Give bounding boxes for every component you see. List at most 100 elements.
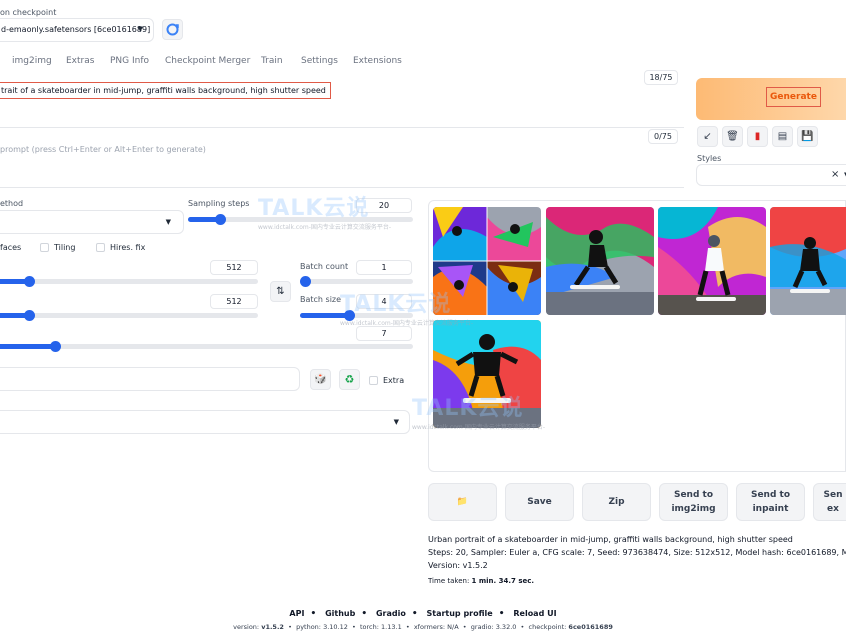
sampling-steps-input[interactable]: 20	[356, 198, 412, 213]
slider-fill	[0, 344, 56, 349]
slider-handle[interactable]	[300, 276, 311, 287]
sampling-method-select[interactable]: ▼	[0, 210, 184, 234]
save-button[interactable]: Save	[505, 483, 574, 521]
tiling-check[interactable]	[40, 243, 49, 252]
cfg-scale-input[interactable]: 7	[356, 326, 412, 341]
grid-image	[433, 207, 541, 315]
read-params-button[interactable]: ↙	[697, 126, 718, 147]
negative-prompt-placeholder: prompt (press Ctrl+Enter or Alt+Enter to…	[0, 145, 206, 154]
tab-train[interactable]: Train	[261, 56, 283, 66]
send-to-img2img-button[interactable]: Send to img2img	[659, 483, 728, 521]
gallery-thumb-3[interactable]	[770, 207, 846, 315]
send-to-extras-button[interactable]: Sen ex	[813, 483, 846, 521]
dice-icon: 🎲	[314, 374, 327, 385]
ver-val: v1.5.2	[261, 623, 284, 631]
send-extras-line1: Sen	[823, 490, 843, 500]
skateboarder-image	[658, 207, 766, 315]
chevron-down-icon: ▼	[165, 218, 171, 226]
width-input[interactable]: 512	[210, 260, 258, 275]
hires-check[interactable]	[96, 243, 105, 252]
footer-links: API • Github • Gradio • Startup profile • Re…	[289, 609, 557, 619]
clear-styles-icon[interactable]: ×	[831, 169, 839, 180]
info-params: Steps: 20, Sampler: Euler a, CFG scale: …	[428, 548, 846, 557]
open-folder-button[interactable]: 📁	[428, 483, 497, 521]
gallery-thumb-2[interactable]	[658, 207, 766, 315]
generate-button[interactable]: Generate	[696, 78, 846, 120]
footer-link-startup-profile[interactable]: Startup profile	[426, 609, 492, 618]
gallery-thumb-1[interactable]	[546, 207, 654, 315]
tiling-checkbox[interactable]: Tiling	[40, 243, 75, 252]
extra-seed-checkbox[interactable]: Extra	[369, 376, 404, 385]
clear-prompt-button[interactable]: 🗑	[722, 126, 743, 147]
swap-dimensions-button[interactable]: ⇅	[270, 281, 291, 302]
send-extras-line2: ex	[827, 504, 839, 514]
extra-networks-button[interactable]: ▮	[747, 126, 768, 147]
checkpoint-label: on checkpoint	[0, 8, 57, 17]
generate-label: Generate	[766, 87, 821, 107]
send-img2img-line2: img2img	[671, 504, 716, 514]
tab-checkpoint-merger[interactable]: Checkpoint Merger	[165, 56, 250, 66]
tab-extensions[interactable]: Extensions	[353, 56, 402, 66]
prompt-area[interactable]: trait of a skateboarder in mid-jump, gra…	[0, 76, 684, 128]
sampling-steps-slider[interactable]	[188, 214, 413, 225]
info-prompt: Urban portrait of a skateboarder in mid-…	[428, 535, 793, 544]
slider-handle[interactable]	[24, 310, 35, 321]
seed-input[interactable]	[0, 367, 300, 391]
ver-key: python:	[296, 623, 321, 631]
refresh-checkpoint-button[interactable]	[162, 19, 183, 40]
width-slider[interactable]	[0, 276, 258, 287]
time-value: 1 min. 34.7 sec.	[471, 577, 535, 585]
batch-size-slider[interactable]	[300, 310, 413, 321]
styles-select[interactable]: × ▼	[696, 164, 846, 186]
batch-size-label: Batch size	[300, 295, 342, 304]
batch-count-slider[interactable]	[300, 276, 413, 287]
send-img2img-line1: Send to	[673, 490, 714, 500]
batch-count-input[interactable]: 1	[356, 260, 412, 275]
prompt-token-counter: 18/75	[644, 70, 678, 85]
batch-size-input[interactable]: 4	[356, 294, 412, 309]
styles-label: Styles	[697, 154, 722, 163]
cfg-scale-slider[interactable]	[0, 341, 413, 352]
slider-handle[interactable]	[24, 276, 35, 287]
recycle-icon: ♻	[344, 373, 355, 386]
zip-button[interactable]: Zip	[582, 483, 651, 521]
gallery-thumb-grid[interactable]	[433, 207, 541, 315]
footer-link-api[interactable]: API	[289, 609, 304, 618]
ver-key: checkpoint:	[528, 623, 567, 631]
negative-token-counter: 0/75	[648, 129, 678, 144]
extra-check[interactable]	[369, 376, 378, 385]
arrow-down-left-icon: ↙	[703, 131, 712, 142]
slider-fill	[300, 313, 349, 318]
slider-handle[interactable]	[215, 214, 226, 225]
footer-link-github[interactable]: Github	[325, 609, 355, 618]
ver-key: torch:	[360, 623, 379, 631]
info-time: Time taken: 1 min. 34.7 sec.	[428, 575, 846, 588]
tab-img2img[interactable]: img2img	[12, 56, 52, 66]
tab-extras[interactable]: Extras	[66, 56, 94, 66]
save-style-button[interactable]: 💾	[797, 126, 818, 147]
watermark-url: www.idctalk.com-国内专业云计算交流服务平台-	[258, 224, 392, 231]
reuse-seed-button[interactable]: ♻	[339, 369, 360, 390]
slider-handle[interactable]	[344, 310, 355, 321]
slider-handle[interactable]	[50, 341, 61, 352]
restore-faces-checkbox[interactable]: faces	[0, 243, 21, 252]
height-slider[interactable]	[0, 310, 258, 321]
hires-fix-checkbox[interactable]: Hires. fix	[96, 243, 145, 252]
gallery-thumb-4[interactable]	[433, 320, 541, 428]
skateboarder-image	[546, 207, 654, 315]
refresh-icon	[166, 23, 179, 36]
tab-settings[interactable]: Settings	[301, 56, 338, 66]
chevron-down-icon: ▼	[393, 418, 399, 426]
script-select[interactable]: ▼	[0, 410, 410, 434]
height-input[interactable]: 512	[210, 294, 258, 309]
random-seed-button[interactable]: 🎲	[310, 369, 331, 390]
tab-png-info[interactable]: PNG Info	[110, 56, 149, 66]
footer-link-gradio[interactable]: Gradio	[376, 609, 406, 618]
send-inpaint-line2: inpaint	[752, 504, 789, 514]
ver-val: 3.10.12	[323, 623, 348, 631]
checkpoint-select[interactable]: d-emaonly.safetensors [6ce0161689] ▼	[0, 18, 154, 42]
footer-link-reload-ui[interactable]: Reload UI	[513, 609, 556, 618]
apply-styles-button[interactable]: ▤	[772, 126, 793, 147]
negative-prompt-area[interactable]: prompt (press Ctrl+Enter or Alt+Enter to…	[0, 136, 684, 188]
send-to-inpaint-button[interactable]: Send to inpaint	[736, 483, 805, 521]
